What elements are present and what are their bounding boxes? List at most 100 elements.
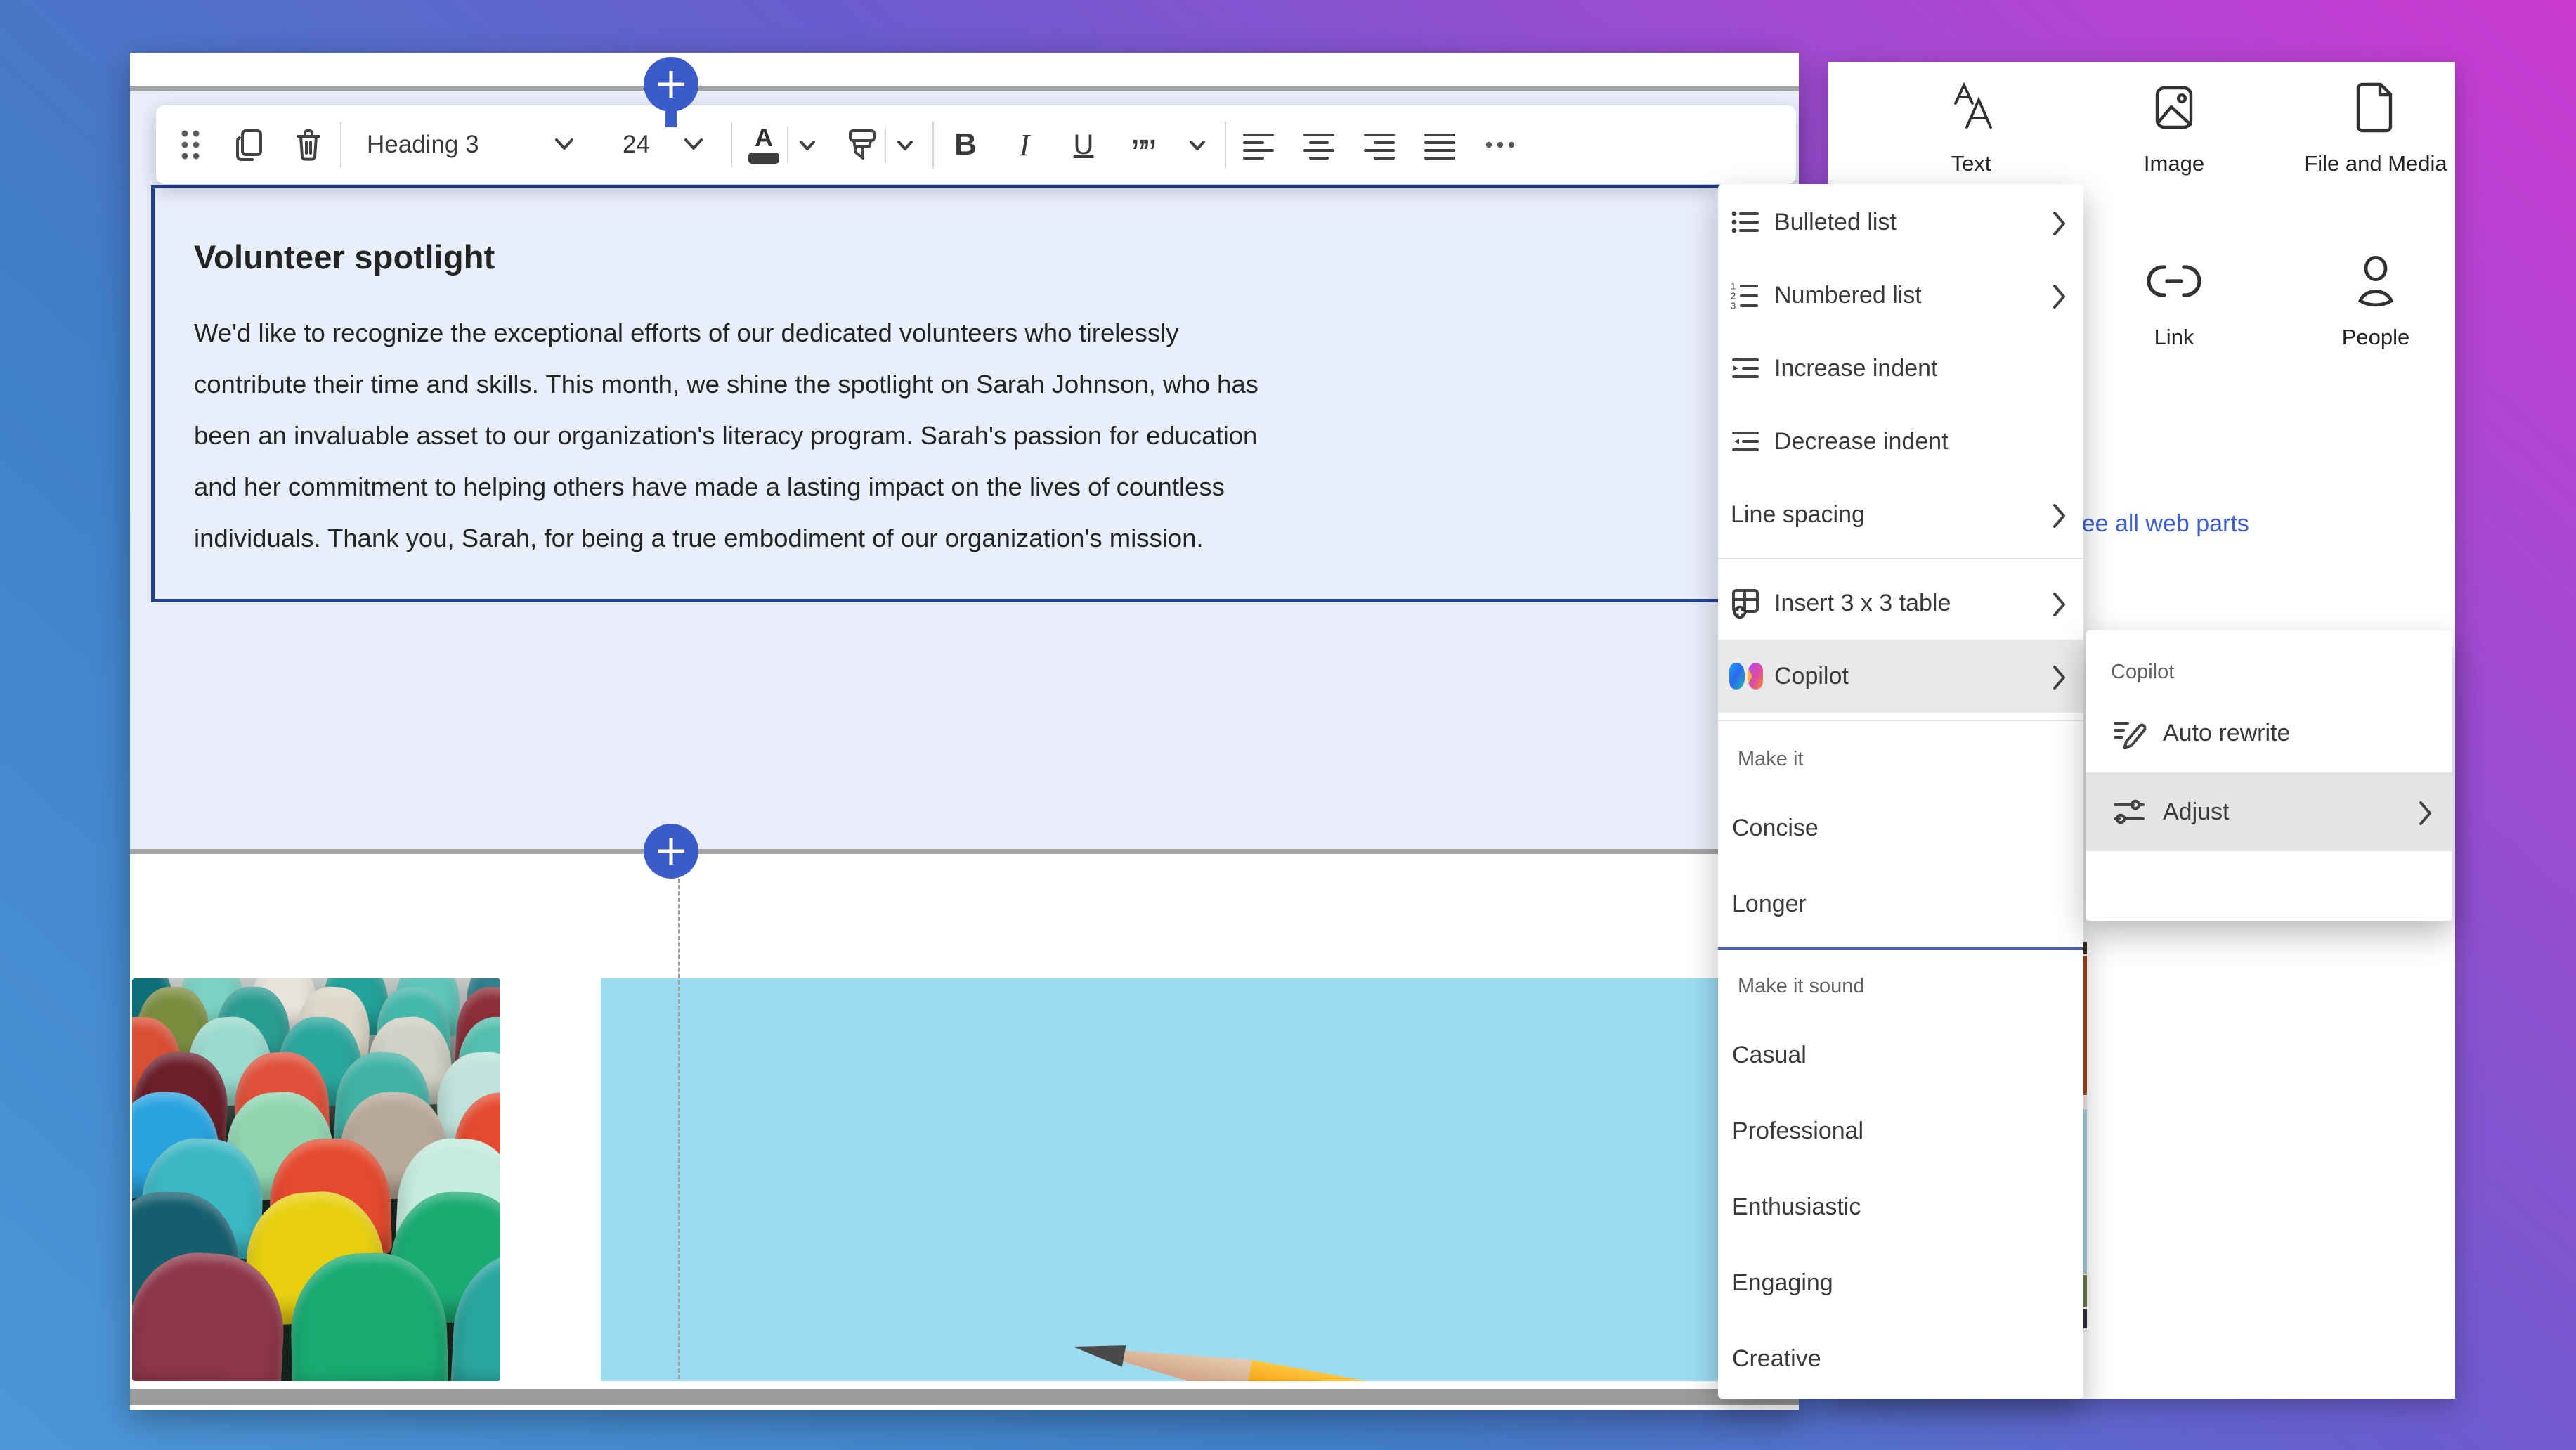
align-center-button[interactable] xyxy=(1301,117,1337,173)
menu-item-insert-3-x-3-table[interactable]: Insert 3 x 3 table xyxy=(1718,567,2083,640)
quote-button[interactable]: ”” xyxy=(1125,117,1160,173)
highlight-button[interactable] xyxy=(845,117,880,173)
menu-item-concise[interactable]: Concise xyxy=(1718,790,2083,866)
paragraph-style-dropdown[interactable]: Heading 3 xyxy=(356,117,587,173)
font-color-icon: A xyxy=(748,126,779,164)
duplicate-button[interactable] xyxy=(232,117,267,173)
align-right-button[interactable] xyxy=(1361,117,1398,173)
plus-stem xyxy=(665,109,677,127)
chair-back xyxy=(450,1249,500,1381)
adjust-sliders-icon xyxy=(2111,795,2152,829)
align-left-button[interactable] xyxy=(1240,117,1277,173)
image-webpart-icon xyxy=(2090,79,2258,136)
webpart-link[interactable]: Link xyxy=(2090,253,2258,350)
desktop-background: Volunteer spotlight We'd like to recogni… xyxy=(0,0,2576,1450)
delete-button[interactable] xyxy=(291,117,326,173)
menu-item-copilot[interactable]: Copilot xyxy=(1718,640,2083,713)
increase-indent-icon xyxy=(1729,354,1763,382)
add-section-button-top[interactable] xyxy=(644,57,698,112)
webpart-text[interactable]: Text xyxy=(1887,79,2055,176)
chevron-right-icon xyxy=(2050,282,2068,309)
toolbar-divider xyxy=(340,122,341,168)
menu-divider xyxy=(1718,558,2083,559)
people-webpart-icon xyxy=(2291,253,2460,309)
chairs-image[interactable] xyxy=(132,978,500,1381)
chevron-down-icon xyxy=(682,134,705,156)
menu-item-engaging[interactable]: Engaging xyxy=(1718,1245,2083,1321)
menu-item-creative[interactable]: Creative xyxy=(1718,1321,2083,1397)
submenu-item-auto-rewrite[interactable]: Auto rewrite xyxy=(2086,694,2452,772)
text-webpart[interactable]: Volunteer spotlight We'd like to recogni… xyxy=(151,185,1726,602)
numbered-list-icon: 123 xyxy=(1729,280,1763,310)
table-add-icon xyxy=(1729,586,1763,620)
copilot-submenu: Copilot Auto rewriteAdjust xyxy=(2086,630,2452,921)
text-options-menu-button[interactable] xyxy=(1184,117,1211,173)
italic-button[interactable]: I xyxy=(1007,117,1042,173)
formatting-toolbar: Heading 3 24 A B I U ”” xyxy=(156,105,1796,184)
chair-back xyxy=(132,1249,287,1381)
pencil-shaft xyxy=(1245,1360,1729,1381)
menu-item-line-spacing[interactable]: Line spacing xyxy=(1718,478,2083,551)
section-divider-mid xyxy=(130,849,1799,854)
webpart-image[interactable]: Image xyxy=(2090,79,2258,176)
file-webpart-icon xyxy=(2291,79,2460,136)
chevron-right-icon xyxy=(2050,590,2068,616)
more-options-button[interactable] xyxy=(1482,117,1518,173)
underline-button[interactable]: U xyxy=(1066,117,1101,173)
chair-row xyxy=(132,1253,500,1381)
copilot-logo-icon xyxy=(1729,658,1763,694)
menu-divider xyxy=(1718,720,2083,721)
pencil-lead xyxy=(1069,1327,1128,1375)
menu-section-header: Make it sound xyxy=(1718,955,2083,1017)
menu-section-header: Make it xyxy=(1718,728,2083,790)
menu-item-professional[interactable]: Professional xyxy=(1718,1093,2083,1169)
chevron-right-icon xyxy=(2050,663,2068,690)
svg-text:3: 3 xyxy=(1731,301,1736,310)
svg-text:2: 2 xyxy=(1731,291,1736,302)
chevron-right-icon xyxy=(2050,209,2068,235)
decrease-indent-icon xyxy=(1729,427,1763,455)
link-webpart-icon xyxy=(2090,253,2258,309)
webpart-file-and-media[interactable]: File and Media xyxy=(2291,79,2460,176)
bulleted-list-icon xyxy=(1729,208,1763,236)
highlight-menu-button[interactable] xyxy=(892,117,918,173)
context-menu: Bulleted list123Numbered listIncrease in… xyxy=(1718,184,2083,1399)
paragraph-style-value: Heading 3 xyxy=(367,131,479,159)
submenu-item-adjust[interactable]: Adjust xyxy=(2086,772,2452,851)
chair-back xyxy=(290,1251,449,1381)
bold-button[interactable]: B xyxy=(948,117,983,173)
align-justify-button[interactable] xyxy=(1422,117,1458,173)
webpart-people[interactable]: People xyxy=(2291,253,2460,350)
auto-rewrite-icon xyxy=(2111,716,2152,750)
page-canvas: Volunteer spotlight We'd like to recogni… xyxy=(130,53,1799,1410)
drag-handle[interactable] xyxy=(173,117,208,173)
menu-item-casual[interactable]: Casual xyxy=(1718,1017,2083,1093)
text-webpart-icon xyxy=(1887,79,2055,136)
font-size-dropdown[interactable]: 24 xyxy=(611,117,717,173)
menu-item-enthusiastic[interactable]: Enthusiastic xyxy=(1718,1169,2083,1245)
see-all-web-parts-link[interactable]: See all web parts xyxy=(2066,510,2249,538)
chevron-right-icon xyxy=(2416,798,2434,825)
column-divider-dashed xyxy=(678,879,680,1379)
menu-item-numbered-list[interactable]: 123Numbered list xyxy=(1718,259,2083,332)
horizontal-scrollbar[interactable] xyxy=(130,1389,1799,1405)
toolbar-divider xyxy=(932,122,934,168)
pencil-image[interactable] xyxy=(601,978,1729,1381)
svg-text:1: 1 xyxy=(1731,281,1736,292)
pencil-graphic xyxy=(1069,1327,1729,1381)
toolbar-divider xyxy=(731,122,732,168)
toolbar-divider xyxy=(1225,122,1226,168)
add-section-button-mid[interactable] xyxy=(644,824,698,879)
chevron-down-icon xyxy=(552,134,576,156)
font-color-button[interactable]: A xyxy=(746,117,781,173)
menu-item-decrease-indent[interactable]: Decrease indent xyxy=(1718,405,2083,478)
menu-item-longer[interactable]: Longer xyxy=(1718,866,2083,942)
copilot-submenu-title: Copilot xyxy=(2086,650,2452,694)
menu-divider-blue xyxy=(1718,947,2083,950)
font-color-menu-button[interactable] xyxy=(794,117,821,173)
menu-item-bulleted-list[interactable]: Bulleted list xyxy=(1718,186,2083,259)
pencil-wood xyxy=(1121,1337,1252,1381)
text-webpart-heading: Volunteer spotlight xyxy=(194,238,1684,276)
font-size-value: 24 xyxy=(623,131,650,159)
menu-item-increase-indent[interactable]: Increase indent xyxy=(1718,332,2083,405)
